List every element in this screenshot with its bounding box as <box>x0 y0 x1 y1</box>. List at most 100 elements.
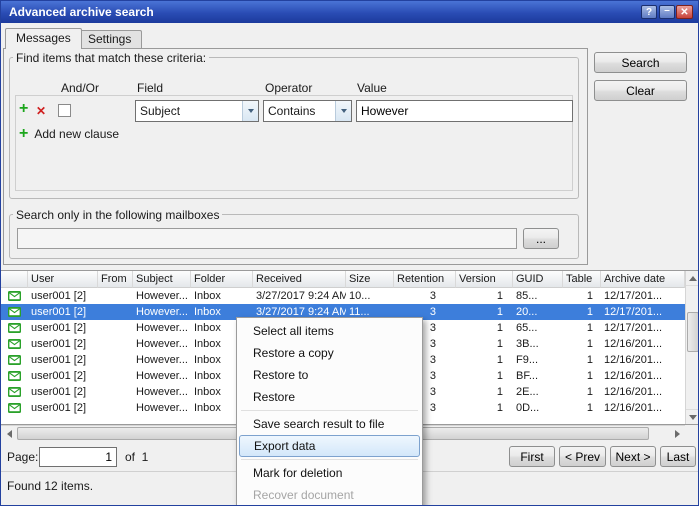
value-input[interactable] <box>356 100 573 122</box>
prev-page-button[interactable]: < Prev <box>559 446 606 467</box>
add-new-clause-link[interactable]: + Add new clause <box>19 127 119 141</box>
page-number-input[interactable] <box>39 447 117 467</box>
cell-archive_date: 12/17/201... <box>601 304 685 320</box>
menu-item-select-all-items[interactable]: Select all items <box>237 320 422 342</box>
cell-archive_date: 12/16/201... <box>601 384 685 400</box>
column-header-guid[interactable]: GUID <box>513 271 563 288</box>
menu-item-restore[interactable]: Restore <box>237 386 422 408</box>
column-header-table[interactable]: Table <box>563 271 601 288</box>
remove-clause-icon[interactable]: ✕ <box>36 104 46 118</box>
scroll-up-arrow-icon[interactable] <box>686 271 699 286</box>
cell-subject: However... <box>133 320 191 336</box>
vertical-scrollbar[interactable] <box>685 271 699 424</box>
cell-guid: F9... <box>513 352 563 368</box>
column-header-size[interactable]: Size <box>346 271 394 288</box>
last-page-button[interactable]: Last <box>660 446 696 467</box>
cell-subject: However... <box>133 304 191 320</box>
menu-item-save-search-result-to-file[interactable]: Save search result to file <box>237 413 422 435</box>
column-header-user[interactable]: User <box>28 271 98 288</box>
cell-from <box>98 336 133 352</box>
column-header-folder[interactable]: Folder <box>191 271 253 288</box>
cell-archive_date: 12/17/201... <box>601 320 685 336</box>
field-dropdown[interactable]: Subject <box>135 100 259 122</box>
cell-user: user001 [2] <box>28 288 98 304</box>
chevron-down-icon <box>242 101 258 121</box>
field-column-header: Field <box>137 81 163 95</box>
mail-envelope-icon <box>1 304 28 320</box>
cell-guid: 20... <box>513 304 563 320</box>
cell-user: user001 [2] <box>28 320 98 336</box>
cell-size: 10... <box>346 288 394 304</box>
cell-from <box>98 368 133 384</box>
table-header-row: UserFromSubjectFolderReceivedSizeRetenti… <box>1 271 685 288</box>
scroll-down-arrow-icon[interactable] <box>686 409 699 424</box>
cell-table: 1 <box>563 320 601 336</box>
column-header-received[interactable]: Received <box>253 271 346 288</box>
cell-user: user001 [2] <box>28 304 98 320</box>
cell-guid: 2E... <box>513 384 563 400</box>
mailboxes-input[interactable] <box>17 228 517 249</box>
cell-from <box>98 384 133 400</box>
cell-version: 1 <box>456 384 513 400</box>
cell-from <box>98 320 133 336</box>
mailboxes-group-label: Search only in the following mailboxes <box>13 208 222 222</box>
plus-icon: + <box>19 127 28 141</box>
page-of-label: of 1 <box>125 450 148 464</box>
close-button[interactable]: ✕ <box>676 5 693 19</box>
clause-checkbox[interactable] <box>58 104 71 117</box>
cell-subject: However... <box>133 368 191 384</box>
search-button[interactable]: Search <box>594 52 687 73</box>
operator-column-header: Operator <box>265 81 312 95</box>
cell-received: 3/27/2017 9:24 AM <box>253 288 346 304</box>
operator-dropdown[interactable]: Contains <box>263 100 352 122</box>
add-clause-icon[interactable]: + <box>19 102 28 116</box>
title-bar[interactable]: Advanced archive search ? – ✕ <box>1 1 698 23</box>
vertical-scroll-thumb[interactable] <box>687 312 699 352</box>
window-title: Advanced archive search <box>9 1 154 23</box>
menu-item-mark-for-deletion[interactable]: Mark for deletion <box>237 462 422 484</box>
mail-envelope-icon <box>1 368 28 384</box>
browse-mailboxes-button[interactable]: ... <box>523 228 559 249</box>
menu-item-restore-to[interactable]: Restore to <box>237 364 422 386</box>
cell-from <box>98 304 133 320</box>
column-header-icon <box>1 271 28 288</box>
next-page-button[interactable]: Next > <box>610 446 656 467</box>
menu-item-restore-a-copy[interactable]: Restore a copy <box>237 342 422 364</box>
cell-version: 1 <box>456 304 513 320</box>
tab-settings[interactable]: Settings <box>77 30 142 48</box>
scroll-right-arrow-icon[interactable] <box>669 426 685 441</box>
cell-subject: However... <box>133 336 191 352</box>
cell-from <box>98 288 133 304</box>
scroll-left-arrow-icon[interactable] <box>1 426 17 441</box>
first-page-button[interactable]: First <box>509 446 555 467</box>
cell-guid: BF... <box>513 368 563 384</box>
cell-guid: 0D... <box>513 400 563 416</box>
cell-table: 1 <box>563 352 601 368</box>
column-header-version[interactable]: Version <box>456 271 513 288</box>
menu-item-export-data[interactable]: Export data <box>239 435 420 457</box>
column-header-archive_date[interactable]: Archive date <box>601 271 685 288</box>
cell-guid: 65... <box>513 320 563 336</box>
cell-table: 1 <box>563 336 601 352</box>
cell-table: 1 <box>563 400 601 416</box>
mail-envelope-icon <box>1 288 28 304</box>
help-button[interactable]: ? <box>641 5 657 19</box>
tab-messages[interactable]: Messages <box>5 28 82 49</box>
minimize-button[interactable]: – <box>659 5 675 19</box>
column-header-subject[interactable]: Subject <box>133 271 191 288</box>
cell-user: user001 [2] <box>28 352 98 368</box>
clear-button[interactable]: Clear <box>594 80 687 101</box>
column-header-retention[interactable]: Retention <box>394 271 456 288</box>
cell-archive_date: 12/16/201... <box>601 352 685 368</box>
menu-separator <box>241 410 418 411</box>
table-row[interactable]: user001 [2]However...Inbox3/27/2017 9:24… <box>1 288 685 304</box>
cell-version: 1 <box>456 352 513 368</box>
cell-version: 1 <box>456 400 513 416</box>
cell-archive_date: 12/17/201... <box>601 288 685 304</box>
mail-envelope-icon <box>1 320 28 336</box>
cell-user: user001 [2] <box>28 384 98 400</box>
column-header-from[interactable]: From <box>98 271 133 288</box>
cell-subject: However... <box>133 288 191 304</box>
add-new-clause-label: Add new clause <box>34 127 119 141</box>
status-text: Found 12 items. <box>7 479 93 493</box>
